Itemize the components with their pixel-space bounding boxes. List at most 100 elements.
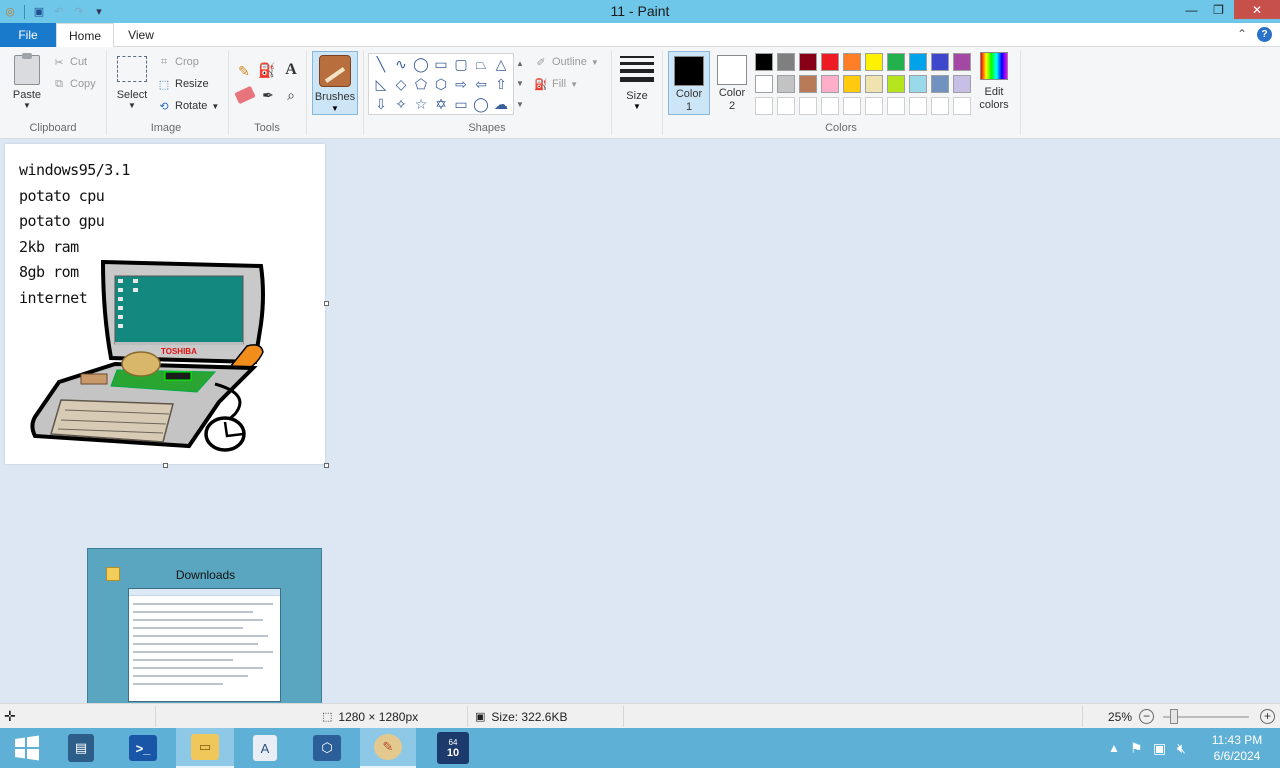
expand-gallery-icon[interactable]: ▼ xyxy=(516,100,524,109)
shapes-scroll[interactable]: ▲ ▼ ▼ xyxy=(514,53,526,115)
system-clock[interactable]: 11:43 PM 6/6/2024 xyxy=(1202,732,1272,764)
edit-colors-button[interactable]: Edit colors xyxy=(975,51,1013,112)
outline-button[interactable]: ✐ Outline ▼ xyxy=(534,55,598,69)
palette-color-swatch[interactable] xyxy=(819,51,841,73)
size-button[interactable]: Size ▼ xyxy=(618,53,656,111)
drawing-canvas[interactable]: windows95/3.1 potato cpu potato gpu 2kb … xyxy=(5,144,325,464)
palette-color-swatch[interactable] xyxy=(863,95,885,117)
palette-color-swatch[interactable] xyxy=(929,51,951,73)
polygon-shape-icon[interactable]: ⏢ xyxy=(473,57,489,71)
left-arrow-shape-icon[interactable]: ⇦ xyxy=(473,77,489,91)
palette-color-swatch[interactable] xyxy=(951,51,973,73)
zoom-in-button[interactable]: + xyxy=(1260,709,1275,724)
windows10-vm-taskbar-button[interactable]: 64 10 xyxy=(424,728,482,768)
line-shape-icon[interactable]: ╲ xyxy=(373,57,389,71)
palette-color-swatch[interactable] xyxy=(907,51,929,73)
canvas-resize-handle-corner[interactable] xyxy=(324,463,329,468)
pentagon-shape-icon[interactable]: ⬠ xyxy=(413,77,429,91)
volume-muted-icon[interactable]: 🔇︎ xyxy=(1177,728,1186,768)
magnifier-icon[interactable]: ⌕ xyxy=(283,87,299,104)
palette-color-swatch[interactable] xyxy=(907,73,929,95)
crop-button[interactable]: ⌗ Crop xyxy=(157,55,199,69)
hexagon-shape-icon[interactable]: ⬡ xyxy=(433,77,449,91)
palette-color-swatch[interactable] xyxy=(863,73,885,95)
palette-color-swatch[interactable] xyxy=(929,73,951,95)
palette-color-swatch[interactable] xyxy=(753,95,775,117)
rectangle-shape-icon[interactable]: ▭ xyxy=(433,57,449,71)
palette-color-swatch[interactable] xyxy=(885,51,907,73)
paste-button[interactable]: Paste ▼ xyxy=(8,89,46,110)
start-button[interactable] xyxy=(0,728,54,768)
palette-color-swatch[interactable] xyxy=(775,51,797,73)
tab-home[interactable]: Home xyxy=(56,23,114,48)
text-tool-icon[interactable]: A xyxy=(283,61,299,79)
rotate-button[interactable]: ⟲ Rotate ▼ xyxy=(157,99,219,113)
zoom-slider-thumb[interactable] xyxy=(1170,709,1178,724)
file-explorer-taskbar-button[interactable]: ▭ xyxy=(176,728,234,768)
five-point-star-shape-icon[interactable]: ☆ xyxy=(413,97,429,111)
clipboard-icon[interactable] xyxy=(14,53,40,85)
canvas-resize-handle-right[interactable] xyxy=(324,301,329,306)
palette-color-swatch[interactable] xyxy=(797,95,819,117)
palette-color-swatch[interactable] xyxy=(775,95,797,117)
copy-button[interactable]: ⧉ Copy xyxy=(52,77,96,91)
six-point-star-shape-icon[interactable]: ✡ xyxy=(433,97,449,111)
palette-color-swatch[interactable] xyxy=(951,95,973,117)
downloads-thumbnail-preview[interactable]: Downloads xyxy=(87,548,322,720)
palette-color-swatch[interactable] xyxy=(841,95,863,117)
palette-color-swatch[interactable] xyxy=(819,73,841,95)
select-rectangle-icon[interactable] xyxy=(117,56,147,82)
tab-file[interactable]: File xyxy=(0,23,56,47)
palette-color-swatch[interactable] xyxy=(797,51,819,73)
cloud-callout-shape-icon[interactable]: ☁ xyxy=(493,97,509,111)
network-icon[interactable]: ▣ xyxy=(1153,728,1166,768)
up-arrow-shape-icon[interactable]: ⇧ xyxy=(493,77,509,91)
diamond-shape-icon[interactable]: ◇ xyxy=(393,77,409,91)
palette-color-swatch[interactable] xyxy=(885,95,907,117)
palette-color-swatch[interactable] xyxy=(951,73,973,95)
down-arrow-shape-icon[interactable]: ⇩ xyxy=(373,97,389,111)
show-hidden-icons-button[interactable]: ▲ xyxy=(1108,728,1120,768)
resize-button[interactable]: ⬚ Resize xyxy=(157,77,209,91)
eraser-icon[interactable] xyxy=(234,85,256,105)
rounded-rectangle-shape-icon[interactable]: ▢ xyxy=(453,57,469,71)
palette-color-swatch[interactable] xyxy=(819,95,841,117)
pencil-icon[interactable]: ✎ xyxy=(236,63,252,80)
virtualbox-taskbar-button[interactable]: ⬡ xyxy=(300,728,354,768)
powershell-taskbar-button[interactable]: >_ xyxy=(116,728,170,768)
oval-callout-shape-icon[interactable]: ◯ xyxy=(473,97,489,111)
brushes-button[interactable]: Brushes ▼ xyxy=(312,51,358,115)
document-app-taskbar-button[interactable]: A xyxy=(238,728,292,768)
triangle-shape-icon[interactable]: △ xyxy=(493,57,509,71)
rect-callout-shape-icon[interactable]: ▭ xyxy=(453,97,469,111)
action-center-flag-icon[interactable]: ⚑ xyxy=(1130,728,1143,768)
minimize-ribbon-icon[interactable]: ⌃ xyxy=(1237,27,1247,42)
server-manager-taskbar-button[interactable]: ▤ xyxy=(54,728,108,768)
palette-color-swatch[interactable] xyxy=(929,95,951,117)
help-icon[interactable]: ? xyxy=(1257,27,1272,42)
color1-button[interactable]: Color 1 xyxy=(668,51,710,115)
minimize-button[interactable]: — xyxy=(1178,0,1205,19)
oval-shape-icon[interactable]: ◯ xyxy=(413,57,429,71)
palette-color-swatch[interactable] xyxy=(863,51,885,73)
palette-color-swatch[interactable] xyxy=(907,95,929,117)
scroll-up-icon[interactable]: ▲ xyxy=(516,59,524,68)
four-point-star-shape-icon[interactable]: ✧ xyxy=(393,97,409,111)
close-button[interactable]: ✕ xyxy=(1234,0,1280,19)
fill-bucket-icon[interactable]: ⛽ xyxy=(258,62,276,79)
fill-button[interactable]: ⛽ Fill ▼ xyxy=(534,77,578,91)
color2-button[interactable]: Color 2 xyxy=(712,51,752,115)
right-arrow-shape-icon[interactable]: ⇨ xyxy=(453,77,469,91)
right-triangle-shape-icon[interactable]: ◺ xyxy=(373,77,389,91)
canvas-resize-handle-bottom[interactable] xyxy=(163,463,168,468)
scroll-down-icon[interactable]: ▼ xyxy=(516,79,524,88)
paint-taskbar-button[interactable]: ✎ xyxy=(360,728,416,768)
palette-color-swatch[interactable] xyxy=(775,73,797,95)
palette-color-swatch[interactable] xyxy=(753,73,775,95)
palette-color-swatch[interactable] xyxy=(841,73,863,95)
maximize-button[interactable]: ❐ xyxy=(1205,0,1232,19)
select-button[interactable]: Select ▼ xyxy=(112,89,152,110)
zoom-out-button[interactable]: − xyxy=(1139,709,1154,724)
cut-button[interactable]: ✂ Cut xyxy=(52,55,87,69)
tab-view[interactable]: View xyxy=(114,23,168,47)
